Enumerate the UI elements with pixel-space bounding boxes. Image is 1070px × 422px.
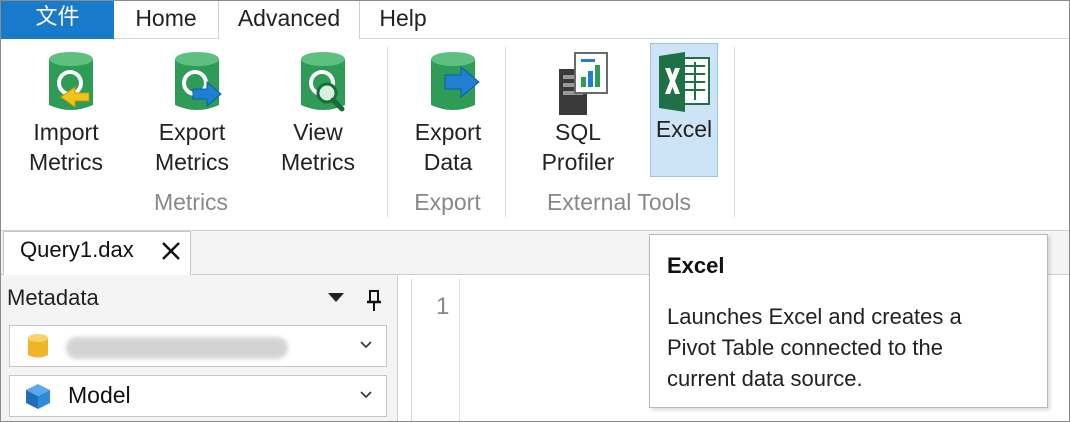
export-metrics-label-line2: Metrics [154, 149, 230, 175]
model-selector-value: Model [68, 382, 131, 408]
view-metrics-label-line1: View [293, 119, 343, 145]
sql-profiler-label-line1: SQL [554, 119, 602, 145]
group-separator [387, 47, 388, 217]
group-separator [505, 47, 506, 217]
sql-profiler-label-line2: Profiler [541, 149, 615, 175]
metadata-pane-title: Metadata [7, 285, 99, 310]
import-metrics-label-line2: Metrics [28, 149, 104, 175]
tab-file[interactable]: 文件 [1, 1, 114, 39]
export-metrics-label-line1: Export [158, 119, 226, 145]
tooltip-body-line2: Pivot Table connected to the [667, 335, 944, 360]
excel-button[interactable]: Excel [650, 43, 718, 177]
document-tab-label: Query1.dax [20, 237, 134, 262]
metadata-pane: Metadata Model [1, 275, 398, 421]
document-tab-query1[interactable]: Query1.dax [3, 231, 191, 276]
group-label-export: Export [414, 189, 481, 215]
export-data-button[interactable]: Export Data [402, 45, 494, 181]
database-selector[interactable] [9, 325, 387, 367]
tooltip-body-line3: current data source. [667, 366, 863, 391]
database-view-icon [301, 52, 345, 112]
database-icon [28, 334, 48, 358]
database-arrow-icon [431, 52, 480, 110]
tooltip-title: Excel [667, 253, 725, 278]
view-metrics-label-line2: Metrics [280, 149, 356, 175]
tab-help[interactable]: Help [360, 1, 446, 39]
close-icon[interactable] [160, 239, 182, 261]
database-name-redacted [66, 337, 288, 359]
database-import-icon [49, 52, 93, 110]
dropdown-triangle-icon[interactable] [328, 293, 344, 302]
line-number-gutter: 1 [412, 279, 460, 421]
group-separator [734, 47, 735, 217]
ribbon-panel: Import Metrics Export Metrics View Metri… [1, 39, 1069, 231]
server-chart-icon [559, 52, 608, 115]
tab-advanced[interactable]: Advanced [218, 1, 360, 40]
excel-tooltip: Excel Launches Excel and creates a Pivot… [649, 234, 1048, 408]
export-data-label-line2: Data [423, 149, 473, 175]
line-number: 1 [436, 293, 450, 320]
import-metrics-label-line1: Import [33, 119, 99, 145]
export-data-label-line1: Export [414, 119, 482, 145]
cube-icon [26, 384, 50, 409]
tab-home[interactable]: Home [114, 1, 218, 39]
tooltip-body-line1: Launches Excel and creates a [667, 304, 962, 329]
pin-icon[interactable] [363, 289, 385, 313]
app-window: 文件 Home Advanced Help Import Metrics Exp… [0, 0, 1070, 422]
excel-icon [659, 52, 710, 112]
import-metrics-button[interactable]: Import Metrics [20, 45, 112, 181]
chevron-down-icon [360, 341, 372, 349]
model-selector[interactable]: Model [9, 375, 387, 417]
ribbon-tab-bar: 文件 Home Advanced Help [1, 1, 1069, 40]
group-label-metrics: Metrics [153, 189, 229, 215]
group-label-external-tools: External Tools [546, 189, 692, 215]
sql-profiler-button[interactable]: SQL Profiler [532, 45, 624, 181]
excel-label: Excel [655, 116, 713, 142]
export-metrics-button[interactable]: Export Metrics [146, 45, 238, 181]
view-metrics-button[interactable]: View Metrics [272, 45, 364, 181]
chevron-down-icon [360, 391, 372, 399]
database-export-icon [175, 52, 222, 110]
tooltip-body: Launches Excel and creates a Pivot Table… [667, 301, 1037, 394]
